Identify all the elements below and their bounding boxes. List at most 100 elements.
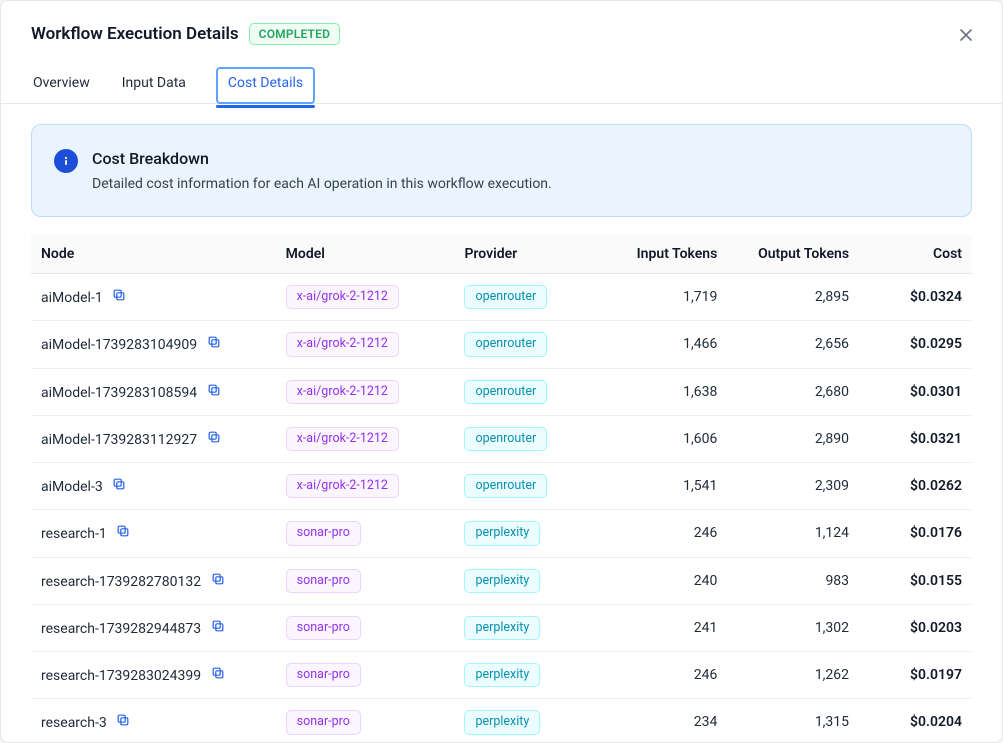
input-tokens: 1,719: [605, 274, 727, 321]
model-chip: sonar-pro: [286, 663, 361, 687]
output-tokens: 1,302: [727, 604, 859, 651]
input-tokens: 1,541: [605, 463, 727, 510]
node-name: research-1: [41, 526, 107, 542]
row-cost: $0.0204: [859, 699, 972, 742]
table-row: aiModel-1739283104909 x-ai/grok-2-1212 o…: [31, 321, 972, 368]
provider-chip: openrouter: [464, 474, 547, 498]
table-row: aiModel-1739283108594 x-ai/grok-2-1212 o…: [31, 368, 972, 415]
tab-overview[interactable]: Overview: [31, 67, 92, 103]
model-chip: sonar-pro: [286, 569, 361, 593]
node-name: aiModel-1739283112927: [41, 432, 197, 448]
provider-chip: perplexity: [464, 663, 540, 687]
table-row: aiModel-1739283112927 x-ai/grok-2-1212 o…: [31, 415, 972, 462]
provider-chip: openrouter: [464, 285, 547, 309]
model-chip: x-ai/grok-2-1212: [286, 474, 399, 498]
output-tokens: 983: [727, 557, 859, 604]
output-tokens: 1,315: [727, 699, 859, 742]
input-tokens: 240: [605, 557, 727, 604]
copy-icon: [116, 713, 130, 727]
node-name: research-1739283024399: [41, 668, 201, 684]
table-row: aiModel-1 x-ai/grok-2-1212 openrouter 1,…: [31, 274, 972, 321]
modal-title: Workflow Execution Details: [31, 24, 239, 44]
output-tokens: 2,680: [727, 368, 859, 415]
input-tokens: 1,466: [605, 321, 727, 368]
table-row: aiModel-3 x-ai/grok-2-1212 openrouter 1,…: [31, 463, 972, 510]
row-cost: $0.0324: [859, 274, 972, 321]
copy-node-button[interactable]: [211, 666, 225, 680]
table-row: research-1739282780132 sonar-pro perplex…: [31, 557, 972, 604]
copy-node-button[interactable]: [112, 477, 126, 491]
table-row: research-1739283024399 sonar-pro perplex…: [31, 652, 972, 699]
row-cost: $0.0321: [859, 415, 972, 462]
copy-node-button[interactable]: [207, 383, 221, 397]
provider-chip: openrouter: [464, 332, 547, 356]
copy-node-button[interactable]: [116, 524, 130, 538]
row-cost: $0.0197: [859, 652, 972, 699]
input-tokens: 1,606: [605, 415, 727, 462]
col-model: Model: [276, 235, 455, 274]
node-name: research-1739282780132: [41, 574, 201, 590]
input-tokens: 234: [605, 699, 727, 742]
copy-icon: [112, 288, 126, 302]
provider-chip: perplexity: [464, 521, 540, 545]
cost-table: Node Model Provider Input Tokens Output …: [31, 235, 972, 742]
output-tokens: 2,890: [727, 415, 859, 462]
provider-chip: perplexity: [464, 569, 540, 593]
row-cost: $0.0203: [859, 604, 972, 651]
model-chip: sonar-pro: [286, 521, 361, 545]
modal-header: Workflow Execution Details COMPLETED: [1, 1, 1002, 55]
provider-chip: perplexity: [464, 710, 540, 734]
copy-icon: [211, 619, 225, 633]
copy-icon: [207, 335, 221, 349]
row-cost: $0.0262: [859, 463, 972, 510]
output-tokens: 2,309: [727, 463, 859, 510]
copy-node-button[interactable]: [211, 619, 225, 633]
copy-icon: [211, 666, 225, 680]
col-input-tokens: Input Tokens: [605, 235, 727, 274]
row-cost: $0.0295: [859, 321, 972, 368]
node-name: aiModel-1: [41, 290, 103, 306]
output-tokens: 2,895: [727, 274, 859, 321]
col-provider: Provider: [454, 235, 605, 274]
node-name: aiModel-1739283108594: [41, 385, 197, 401]
copy-node-button[interactable]: [207, 430, 221, 444]
model-chip: x-ai/grok-2-1212: [286, 427, 399, 451]
provider-chip: openrouter: [464, 427, 547, 451]
col-cost: Cost: [859, 235, 972, 274]
input-tokens: 1,638: [605, 368, 727, 415]
tabs: Overview Input Data Cost Details: [1, 55, 1002, 104]
close-button[interactable]: [952, 21, 980, 49]
node-name: aiModel-3: [41, 479, 103, 495]
col-node: Node: [31, 235, 276, 274]
copy-node-button[interactable]: [211, 572, 225, 586]
table-row: research-1 sonar-pro perplexity 246 1,12…: [31, 510, 972, 557]
copy-node-button[interactable]: [116, 713, 130, 727]
workflow-execution-modal: Workflow Execution Details COMPLETED Ove…: [0, 0, 1003, 743]
table-row: research-3 sonar-pro perplexity 234 1,31…: [31, 699, 972, 742]
copy-node-button[interactable]: [112, 288, 126, 302]
row-cost: $0.0155: [859, 557, 972, 604]
input-tokens: 241: [605, 604, 727, 651]
table-row: research-1739282944873 sonar-pro perplex…: [31, 604, 972, 651]
model-chip: x-ai/grok-2-1212: [286, 332, 399, 356]
copy-icon: [112, 477, 126, 491]
input-tokens: 246: [605, 510, 727, 557]
tab-input-data[interactable]: Input Data: [120, 67, 188, 103]
info-icon: [54, 149, 78, 173]
close-icon: [958, 27, 974, 43]
provider-chip: perplexity: [464, 616, 540, 640]
output-tokens: 1,124: [727, 510, 859, 557]
copy-icon: [207, 430, 221, 444]
status-badge: COMPLETED: [249, 23, 340, 45]
input-tokens: 246: [605, 652, 727, 699]
output-tokens: 2,656: [727, 321, 859, 368]
content-area: Cost Breakdown Detailed cost information…: [1, 104, 1002, 742]
info-description: Detailed cost information for each AI op…: [92, 176, 552, 192]
table-header-row: Node Model Provider Input Tokens Output …: [31, 235, 972, 274]
model-chip: sonar-pro: [286, 710, 361, 734]
node-name: research-1739282944873: [41, 621, 201, 637]
row-cost: $0.0176: [859, 510, 972, 557]
tab-cost-details[interactable]: Cost Details: [216, 67, 315, 104]
copy-node-button[interactable]: [207, 335, 221, 349]
model-chip: x-ai/grok-2-1212: [286, 380, 399, 404]
